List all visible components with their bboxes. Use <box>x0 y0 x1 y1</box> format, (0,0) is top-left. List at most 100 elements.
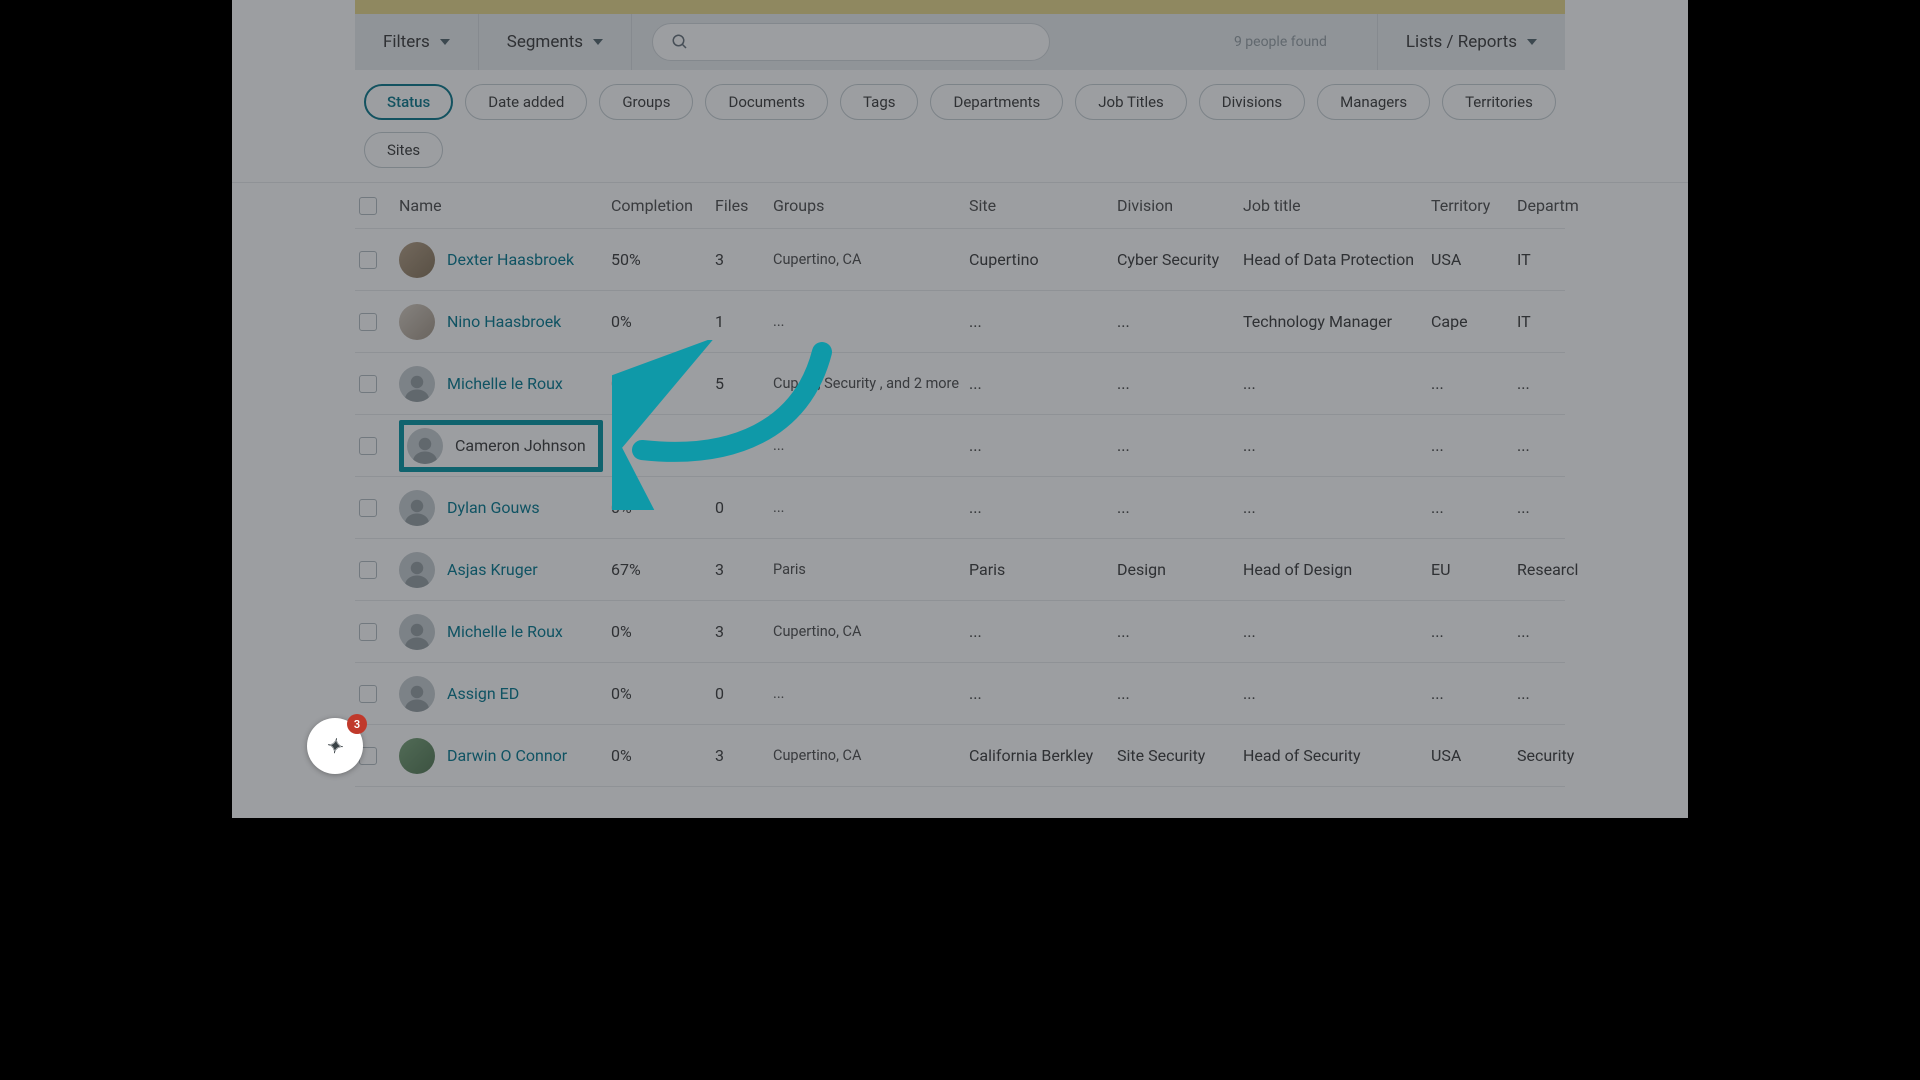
banner-strip <box>355 0 1565 14</box>
results-count: 9 people found <box>1234 34 1357 50</box>
row-checkbox[interactable] <box>359 561 377 579</box>
avatar <box>399 490 435 526</box>
division-value: ... <box>1113 432 1239 459</box>
table-row[interactable]: Dylan Gouws0%0.................. <box>355 477 1565 539</box>
chip-tags[interactable]: Tags <box>840 84 918 120</box>
territory-value: USA <box>1427 742 1513 769</box>
table-row[interactable]: Michelle le Roux0%5Cupe..., Security , a… <box>355 353 1565 415</box>
person-name-cell[interactable]: Dexter Haasbroek <box>399 242 603 278</box>
person-name-cell[interactable]: Assign ED <box>399 676 603 712</box>
files-value: 3 <box>711 742 769 769</box>
completion-value: 0% <box>607 494 711 521</box>
row-checkbox[interactable] <box>359 375 377 393</box>
chip-sites[interactable]: Sites <box>364 132 443 168</box>
chevron-down-icon <box>593 39 603 45</box>
department-value: ... <box>1513 680 1603 707</box>
person-name-cell[interactable]: Darwin O Connor <box>399 738 603 774</box>
site-value: Paris <box>965 556 1113 583</box>
chip-date-added[interactable]: Date added <box>465 84 587 120</box>
chip-departments[interactable]: Departments <box>930 84 1063 120</box>
territory-value: USA <box>1427 246 1513 273</box>
lists-reports-button[interactable]: Lists / Reports <box>1377 14 1565 70</box>
table-row[interactable]: Darwin O Connor0%3Cupertino, CACaliforni… <box>355 725 1565 787</box>
files-value: 3 <box>711 246 769 273</box>
chip-managers[interactable]: Managers <box>1317 84 1430 120</box>
chip-status[interactable]: Status <box>364 84 453 120</box>
groups-value: Paris <box>769 557 965 582</box>
chip-territories[interactable]: Territories <box>1442 84 1556 120</box>
col-completion[interactable]: Completion <box>607 192 711 219</box>
col-groups[interactable]: Groups <box>769 192 965 219</box>
chip-job-titles[interactable]: Job Titles <box>1075 84 1187 120</box>
files-value: 0 <box>711 494 769 521</box>
division-value: ... <box>1113 494 1239 521</box>
row-checkbox[interactable] <box>359 499 377 517</box>
col-department[interactable]: Departm <box>1513 192 1603 219</box>
territory-value: ... <box>1427 370 1513 397</box>
groups-value: Cupe..., Security , and 2 more <box>769 371 965 396</box>
division-value: ... <box>1113 618 1239 645</box>
col-site[interactable]: Site <box>965 192 1113 219</box>
site-value: ... <box>965 308 1113 335</box>
site-value: ... <box>965 494 1113 521</box>
site-value: California Berkley <box>965 742 1113 769</box>
person-name-cell[interactable]: Cameron Johnson <box>399 420 603 472</box>
chip-documents[interactable]: Documents <box>705 84 828 120</box>
row-checkbox[interactable] <box>359 251 377 269</box>
division-value: Site Security <box>1113 742 1239 769</box>
table-row[interactable]: Dexter Haasbroek50%3Cupertino, CACuperti… <box>355 229 1565 291</box>
person-name-cell[interactable]: Michelle le Roux <box>399 614 603 650</box>
search-input[interactable] <box>652 23 1050 61</box>
division-value: ... <box>1113 308 1239 335</box>
completion-value: 0% <box>607 680 711 707</box>
table-row[interactable]: Assign ED0%0.................. <box>355 663 1565 725</box>
department-value: ... <box>1513 432 1603 459</box>
groups-value: ... <box>769 681 965 706</box>
avatar <box>399 614 435 650</box>
chip-groups[interactable]: Groups <box>599 84 693 120</box>
col-territory[interactable]: Territory <box>1427 192 1513 219</box>
avatar <box>399 304 435 340</box>
table-row[interactable]: Michelle le Roux0%3Cupertino, CA........… <box>355 601 1565 663</box>
table-row[interactable]: Cameron Johnson0.................. <box>355 415 1565 477</box>
row-checkbox[interactable] <box>359 623 377 641</box>
person-name-cell[interactable]: Asjas Kruger <box>399 552 603 588</box>
row-checkbox[interactable] <box>359 685 377 703</box>
division-value: Design <box>1113 556 1239 583</box>
division-value: ... <box>1113 680 1239 707</box>
department-value: IT <box>1513 308 1603 335</box>
job-value: Technology Manager <box>1239 308 1427 335</box>
avatar <box>399 366 435 402</box>
department-value: ... <box>1513 370 1603 397</box>
chip-divisions[interactable]: Divisions <box>1199 84 1305 120</box>
col-name[interactable]: Name <box>395 192 607 219</box>
territory-value: ... <box>1427 680 1513 707</box>
completion-value: 0% <box>607 308 711 335</box>
site-value: Cupertino <box>965 246 1113 273</box>
groups-value: Cupertino, CA <box>769 619 965 644</box>
person-name: Dylan Gouws <box>447 498 540 517</box>
person-name: Dexter Haasbroek <box>447 250 574 269</box>
job-value: Head of Security <box>1239 742 1427 769</box>
select-all-checkbox[interactable] <box>359 197 377 215</box>
row-checkbox[interactable] <box>359 437 377 455</box>
col-files[interactable]: Files <box>711 192 769 219</box>
table-row[interactable]: Asjas Kruger67%3ParisParisDesignHead of … <box>355 539 1565 601</box>
segments-button[interactable]: Segments <box>479 14 632 70</box>
row-checkbox[interactable] <box>359 313 377 331</box>
help-fab[interactable]: ✦ 3 <box>307 718 363 774</box>
person-name: Asjas Kruger <box>447 560 538 579</box>
person-name-cell[interactable]: Michelle le Roux <box>399 366 603 402</box>
job-value: ... <box>1239 494 1427 521</box>
filter-chips: Status Date added Groups Documents Tags Depar… <box>232 70 1688 183</box>
person-name-cell[interactable]: Nino Haasbroek <box>399 304 603 340</box>
table-row[interactable]: Nino Haasbroek0%1.........Technology Man… <box>355 291 1565 353</box>
person-name-cell[interactable]: Dylan Gouws <box>399 490 603 526</box>
filters-button[interactable]: Filters <box>355 14 479 70</box>
territory-value: EU <box>1427 556 1513 583</box>
col-division[interactable]: Division <box>1113 192 1239 219</box>
col-job[interactable]: Job title <box>1239 192 1427 219</box>
person-name: Darwin O Connor <box>447 746 567 765</box>
avatar <box>407 428 443 464</box>
department-value: Security <box>1513 742 1603 769</box>
